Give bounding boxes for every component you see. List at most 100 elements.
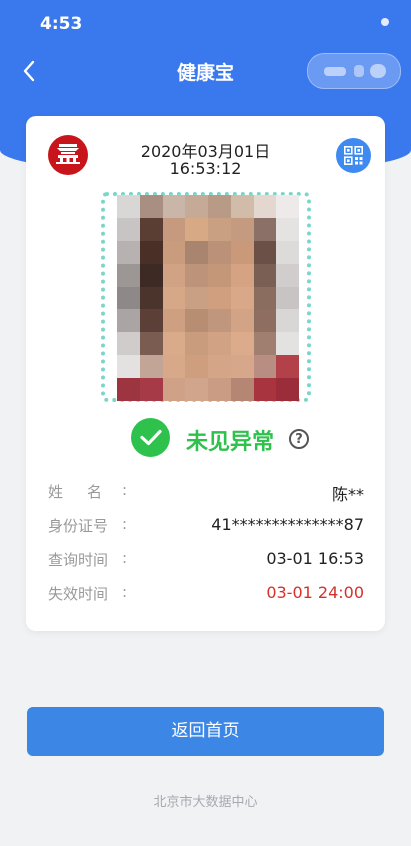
photo-pixel [117,309,141,333]
photo-pixel [139,286,163,310]
photo-pixel [276,195,299,219]
photo-pixel [139,263,163,288]
photo-pixel [253,332,277,356]
photo-pixel [276,286,299,310]
info-label-query-time: 查询时间 [48,551,109,569]
info-row-query-time: 查询时间 : 03-01 16:53 [48,549,364,575]
photo-pixel [208,195,232,219]
photo-pixel [230,240,254,265]
info-colon: : [122,481,128,499]
photo-pixel [253,355,277,379]
capsule-more-icon[interactable] [324,67,346,76]
return-home-button[interactable]: 返回首页 [27,707,384,756]
photo-pixel [276,355,299,379]
photo-pixel [139,332,163,356]
photo-pixel [185,217,209,242]
qr-code-button[interactable] [336,138,371,173]
user-photo-pixelated [117,195,299,401]
photo-pixel [230,355,254,379]
photo-pixel [230,263,254,288]
photo-pixel [230,217,254,242]
info-label-expire-time: 失效时间 [48,585,109,603]
photo-pixel [117,332,141,356]
photo-pixel [230,378,254,401]
query-time: 16:53:12 [169,159,242,178]
info-colon: : [122,515,128,533]
photo-pixel [208,217,232,242]
status-text: 未见异常 [186,430,275,455]
info-colon: : [122,549,128,567]
photo-pixel [162,309,186,333]
photo-pixel [253,217,277,242]
photo-pixel [253,309,277,333]
photo-pixel [253,286,277,310]
photo-pixel [253,240,277,265]
info-label-id: 身份证号 [48,517,109,535]
photo-pixel [208,240,232,265]
photo-pixel [208,378,232,401]
photo-pixel [276,217,299,242]
photo-pixel [208,332,232,356]
info-label-name: 姓名 [48,483,127,501]
photo-pixel [162,263,186,288]
photo-pixel [162,240,186,265]
photo-pixel [139,240,163,265]
photo-pixel [185,263,209,288]
photo-pixel [230,195,254,219]
photo-pixel [139,355,163,379]
info-row-name: 姓名 : 陈** [48,481,364,507]
photo-pixel [253,195,277,219]
photo-pixel [276,378,299,401]
check-icon [131,418,170,457]
photo-pixel [276,263,299,288]
photo-pixel [162,286,186,310]
photo-pixel [185,240,209,265]
photo-pixel [117,240,141,265]
photo-pixel [162,355,186,379]
capsule-close-icon[interactable] [370,64,386,78]
photo-pixel [117,217,141,242]
photo-pixel [162,195,186,219]
photo-pixel [117,286,141,310]
photo-pixel [253,378,277,401]
photo-pixel [185,195,209,219]
info-value-id: 41**************87 [211,515,364,534]
photo-pixel [117,355,141,379]
photo-pixel [162,217,186,242]
info-colon: : [122,583,128,601]
info-value-name: 陈** [331,485,364,504]
photo-pixel [276,332,299,356]
info-value-query-time: 03-01 16:53 [266,549,364,568]
photo-pixel [230,309,254,333]
photo-pixel [117,378,141,401]
photo-pixel [208,263,232,288]
photo-pixel [230,286,254,310]
status-bar-time: 4:53 [40,14,83,34]
info-row-expire-time: 失效时间 : 03-01 24:00 [48,583,364,609]
photo-pixel [208,355,232,379]
photo-pixel [117,263,141,288]
photo-pixel [139,195,163,219]
mini-program-capsule[interactable] [307,53,401,89]
photo-pixel [162,378,186,401]
info-value-expire-time: 03-01 24:00 [266,583,364,602]
photo-pixel [276,309,299,333]
photo-pixel [185,355,209,379]
photo-pixel [185,309,209,333]
photo-pixel [253,263,277,288]
photo-pixel [208,286,232,310]
photo-pixel [162,332,186,356]
status-indicator-icon [381,18,389,26]
photo-pixel [185,378,209,401]
photo-pixel [185,286,209,310]
help-icon[interactable]: ? [289,429,309,449]
capsule-divider [354,65,364,77]
photo-pixel [208,309,232,333]
photo-pixel [185,332,209,356]
health-card: 2020年03月01日 16:53:12 未见异常 ? 姓名 : 陈** 身份证… [26,116,385,631]
photo-pixel [139,309,163,333]
photo-pixel [117,195,141,219]
photo-pixel [139,378,163,401]
info-row-id: 身份证号 : 41**************87 [48,515,364,541]
photo-pixel [139,217,163,242]
